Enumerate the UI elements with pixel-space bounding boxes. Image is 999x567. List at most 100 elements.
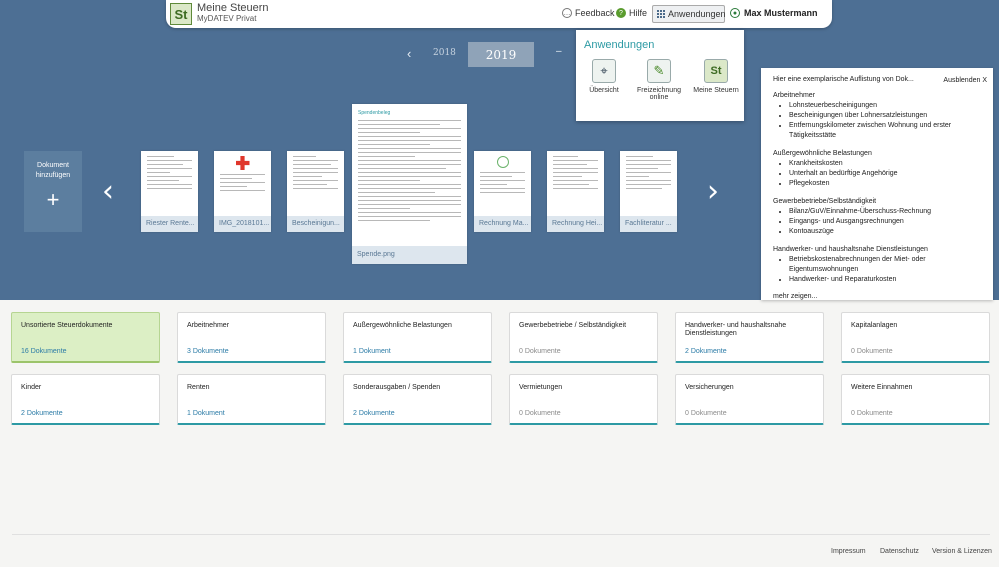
feedback-link[interactable]: … Feedback	[562, 8, 615, 18]
category-count: 1 Dokument	[353, 348, 391, 355]
document-caption: Spende.png	[352, 246, 467, 264]
category-card-belastungen[interactable]: Außergewöhnliche Belastungen 1 Dokument	[343, 312, 492, 363]
category-title: Kinder	[21, 384, 42, 391]
document-thumbnail[interactable]: Riester Rente...	[141, 151, 198, 232]
meine-steuern-logo[interactable]: St	[170, 3, 192, 25]
category-title: Versicherungen	[685, 384, 734, 391]
question-icon: ?	[616, 8, 626, 18]
apps-label: Anwendungen	[668, 9, 726, 19]
category-count: 0 Dokumente	[519, 348, 561, 355]
stamp-icon	[496, 156, 509, 168]
info-section-heading: Handwerker- und haushaltsnahe Dienstleis…	[773, 246, 928, 253]
document-examples-panel: Hier eine exemplarische Auflistung von D…	[761, 68, 993, 300]
user-menu[interactable]: ● Max Mustermann	[730, 8, 818, 18]
document-caption: IMG_2018101...	[214, 216, 271, 232]
category-count: 2 Dokumente	[21, 410, 63, 417]
category-card-unsorted[interactable]: Unsortierte Steuerdokumente 16 Dokumente	[11, 312, 160, 363]
user-icon: ●	[730, 8, 740, 18]
carousel-next-arrow[interactable]: ›	[707, 174, 719, 209]
document-caption: Rechnung Hei...	[547, 216, 604, 232]
info-list-item: Eingangs- und Ausgangsrechnungen	[789, 217, 983, 227]
add-document-label: Dokument hinzufügen	[35, 162, 71, 179]
info-section: Arbeitnehmer Lohnsteuerbescheinigungen B…	[773, 92, 983, 141]
info-list-item: Krankheitskosten	[789, 159, 983, 169]
category-card-kinder[interactable]: Kinder 2 Dokumente	[11, 374, 160, 425]
document-thumbnail[interactable]: IMG_2018101...	[214, 151, 271, 232]
info-section-heading: Außergewöhnliche Belastungen	[773, 150, 872, 157]
category-card-renten[interactable]: Renten 1 Dokument	[177, 374, 326, 425]
category-title: Arbeitnehmer	[187, 322, 230, 329]
document-thumbnail[interactable]: Rechnung Ma...	[474, 151, 531, 232]
app-meine-steuern[interactable]: St Meine Steuern	[691, 59, 741, 94]
info-list-item: Unterhalt an bedürftige Angehörige	[789, 169, 983, 179]
info-section: Außergewöhnliche Belastungen Krankheitsk…	[773, 150, 983, 189]
document-preview	[553, 156, 598, 216]
show-more-link[interactable]: mehr zeigen...	[773, 293, 983, 300]
document-thumbnail[interactable]: Fachliteratur ...	[620, 151, 677, 232]
category-card-kapitalanlagen[interactable]: Kapitalanlagen 0 Dokumente	[841, 312, 990, 363]
category-card-gewerbe[interactable]: Gewerbebetriebe / Selbständigkeit 0 Doku…	[509, 312, 658, 363]
category-card-weitere-einnahmen[interactable]: Weitere Einnahmen 0 Dokumente	[841, 374, 990, 425]
category-title: Renten	[187, 384, 210, 391]
info-list-item: Bilanz/GuV/Einnahme-Überschuss-Rechnung	[789, 207, 983, 217]
category-title: Sonderausgaben / Spenden	[353, 384, 441, 391]
category-card-versicherungen[interactable]: Versicherungen 0 Dokumente	[675, 374, 824, 425]
document-thumbnail-selected[interactable]: Spendenbeleg Spende.png	[352, 104, 467, 264]
category-count: 2 Dokumente	[353, 410, 395, 417]
speech-bubble-icon: …	[562, 8, 572, 18]
category-title: Kapitalanlagen	[851, 322, 898, 329]
info-section-heading: Arbeitnehmer	[773, 92, 816, 99]
app-uebersicht[interactable]: ⌖ Übersicht	[579, 59, 629, 94]
top-bar: St Meine Steuern MyDATEV Privat … Feedba…	[166, 0, 832, 28]
grid-icon	[657, 9, 665, 19]
category-count: 3 Dokumente	[187, 348, 229, 355]
document-caption: Bescheinigun...	[287, 216, 344, 232]
impressum-link[interactable]: Impressum	[831, 548, 866, 555]
category-card-vermietungen[interactable]: Vermietungen 0 Dokumente	[509, 374, 658, 425]
category-count: 0 Dokumente	[851, 348, 893, 355]
document-preview	[626, 156, 671, 216]
year-prev-arrow[interactable]: ‹	[407, 46, 411, 61]
app-freizeichnung-label: Freizeichnung online	[637, 87, 681, 101]
help-link[interactable]: ? Hilfe	[616, 8, 647, 18]
category-card-sonderausgaben[interactable]: Sonderausgaben / Spenden 2 Dokumente	[343, 374, 492, 425]
category-title: Gewerbebetriebe / Selbständigkeit	[519, 322, 627, 329]
feather-icon: ✎	[647, 59, 671, 83]
document-caption: Rechnung Ma...	[474, 216, 531, 232]
user-name: Max Mustermann	[744, 8, 818, 18]
category-title: Handwerker- und haushaltsnahe Dienstleis…	[685, 322, 787, 337]
document-thumbnail[interactable]: Rechnung Hei...	[547, 151, 604, 232]
year-2019-selected[interactable]: 2019	[468, 42, 534, 67]
version-link[interactable]: Version & Lizenzen	[932, 548, 992, 555]
info-section: Gewerbebetriebe/Selbständigkeit Bilanz/G…	[773, 198, 983, 237]
category-title: Außergewöhnliche Belastungen	[353, 322, 452, 329]
info-list-item: Entfernungskilometer zwischen Wohnung un…	[789, 121, 983, 141]
add-document-button[interactable]: Dokument hinzufügen +	[24, 151, 82, 232]
app-title: Meine Steuern	[197, 2, 269, 14]
year-next[interactable]: –	[556, 46, 562, 57]
info-list-item: Betriebskostenabrechnungen der Miet- ode…	[789, 255, 983, 275]
hide-panel-button[interactable]: Ausblenden X	[943, 77, 987, 84]
info-list-item: Handwerker- und Reparaturkosten	[789, 275, 983, 285]
apps-button[interactable]: Anwendungen	[652, 5, 726, 23]
year-2018[interactable]: 2018	[433, 48, 456, 58]
pharmacy-cross-icon	[235, 156, 250, 170]
document-preview	[480, 156, 525, 216]
app-freizeichnung[interactable]: ✎ Freizeichnung online	[634, 59, 684, 101]
app-subtitle: MyDATEV Privat	[197, 14, 257, 23]
carousel-prev-arrow[interactable]: ‹	[102, 174, 114, 209]
document-caption: Fachliteratur ...	[620, 216, 677, 232]
category-card-handwerker[interactable]: Handwerker- und haushaltsnahe Dienstleis…	[675, 312, 824, 363]
document-preview-title: Spendenbeleg	[358, 110, 391, 116]
category-count: 0 Dokumente	[851, 410, 893, 417]
feedback-label: Feedback	[575, 8, 615, 18]
category-card-arbeitnehmer[interactable]: Arbeitnehmer 3 Dokumente	[177, 312, 326, 363]
info-section: Handwerker- und haushaltsnahe Dienstleis…	[773, 246, 983, 285]
info-section-heading: Gewerbebetriebe/Selbständigkeit	[773, 198, 877, 205]
document-preview	[147, 156, 192, 216]
document-preview	[293, 156, 338, 216]
document-thumbnail[interactable]: Bescheinigun...	[287, 151, 344, 232]
document-preview	[220, 156, 265, 216]
datenschutz-link[interactable]: Datenschutz	[880, 548, 919, 555]
telescope-icon: ⌖	[592, 59, 616, 83]
